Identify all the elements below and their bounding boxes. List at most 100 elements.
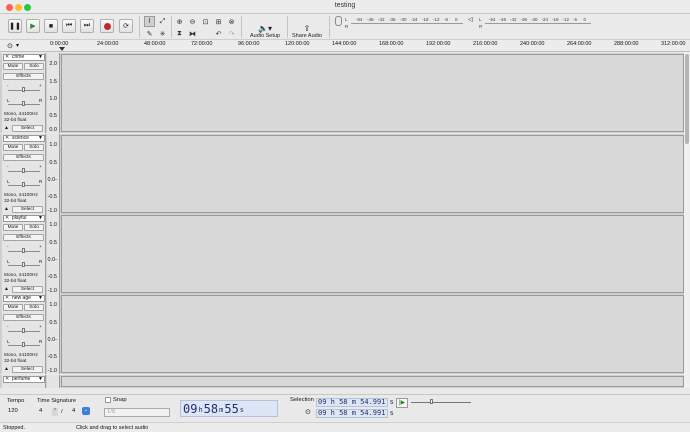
track-name-button[interactable]: ✕ playful ▼ [3, 215, 45, 222]
selection-options-icon[interactable]: ⊙ [305, 408, 311, 416]
zoom-out-button[interactable]: ⊖ [187, 16, 198, 27]
amplitude-scale[interactable]: 1.0 0.5 0.0- -0.5 -1.0 [47, 134, 60, 214]
time-signature-numerator[interactable]: 4 [37, 408, 51, 417]
amplitude-scale[interactable]: 1.0 0.5 0.0- -0.5 -1.0 [47, 214, 60, 294]
collapse-track-icon[interactable]: ▲ [4, 125, 9, 131]
selection-tool[interactable]: I [144, 16, 155, 27]
audio-setup-button[interactable]: 🔈▾ Audio Setup [242, 15, 288, 39]
track-name-button[interactable]: ✕ science ▼ [3, 135, 45, 142]
select-track-button[interactable]: Select [12, 366, 43, 373]
mute-button[interactable]: Mute [3, 224, 23, 231]
gain-slider-knob[interactable] [22, 87, 25, 92]
track-name-button[interactable]: ✕ perfume ▼ [3, 376, 45, 383]
playback-speed-knob[interactable] [430, 399, 433, 404]
loop-button[interactable]: ⟳ [119, 19, 133, 33]
amplitude-scale[interactable]: 2.0 1.5 1.0 0.5 0.0 [47, 53, 60, 133]
play-button[interactable]: ▶ [26, 19, 40, 33]
track-name-button[interactable]: ✕ crime ▼ [3, 54, 45, 61]
solo-button[interactable]: Solo [24, 144, 44, 151]
track-name-button[interactable]: ✕ new age ▼ [3, 295, 45, 302]
tempo-input[interactable]: 120 [6, 408, 30, 417]
close-track-icon[interactable]: ✕ [5, 136, 9, 141]
record-button[interactable] [100, 19, 114, 33]
numerator-stepper[interactable]: ⌃ [52, 408, 58, 416]
gain-slider-knob[interactable] [22, 328, 25, 333]
silence-button[interactable]: ⧓ [187, 28, 198, 39]
effects-button[interactable]: Effects [3, 314, 44, 321]
amplitude-scale[interactable] [47, 375, 60, 388]
selection-end[interactable]: 09 h 58 m 54.991 s [316, 409, 394, 418]
track-control-panel[interactable]: ✕ science ▼ Mute Solo Effects - + L R Mono, 44100H… [2, 134, 46, 214]
close-track-icon[interactable]: ✕ [5, 377, 9, 382]
time-display[interactable]: 09 h 58 m 55 s [180, 400, 278, 417]
track-menu-icon[interactable]: ▼ [38, 136, 43, 141]
timeline-ruler[interactable]: ⊙ ▾ 0:00:00 24:00:00 48:00:00 72:00:00 96:00… [0, 40, 690, 52]
pause-button[interactable]: ❚❚ [8, 19, 22, 33]
track-menu-icon[interactable]: ▼ [38, 55, 43, 60]
effects-button[interactable]: Effects [3, 154, 44, 161]
select-track-button[interactable]: Select [12, 286, 43, 293]
playback-speed-slider[interactable] [411, 402, 471, 403]
pan-slider-knob[interactable] [22, 182, 25, 187]
waveform-area[interactable] [61, 295, 684, 373]
track-control-panel[interactable]: ✕ new age ▼ Mute Solo Effects - + L R Mono, 44100H… [2, 294, 46, 374]
collapse-track-icon[interactable]: ▲ [4, 366, 9, 372]
share-audio-button[interactable]: ⇪ Share Audio [286, 15, 328, 39]
select-track-button[interactable]: Select [12, 125, 43, 132]
vertical-scrollbar-thumb[interactable] [685, 54, 689, 144]
timeline-options-icon[interactable]: ⊙ [7, 42, 13, 50]
waveform-area[interactable] [61, 135, 684, 213]
track-menu-icon[interactable]: ▼ [38, 296, 43, 301]
skip-to-end-button[interactable]: ⏭ [80, 19, 94, 33]
stop-button[interactable]: ■ [44, 19, 58, 33]
playhead-icon[interactable] [59, 47, 65, 51]
redo-button[interactable]: ↷ [226, 28, 237, 39]
solo-button[interactable]: Solo [24, 304, 44, 311]
selection-start[interactable]: 09 h 58 m 54.991 s [316, 398, 394, 407]
time-signature-denominator[interactable]: 4 [70, 408, 82, 417]
pan-slider-knob[interactable] [22, 342, 25, 347]
multi-tool[interactable]: ✳ [157, 28, 168, 39]
record-meter[interactable] [351, 23, 463, 24]
snap-dropdown[interactable]: 1/8 [104, 408, 170, 417]
playback-meter[interactable] [485, 23, 591, 24]
effects-button[interactable]: Effects [3, 234, 44, 241]
gain-slider-knob[interactable] [22, 248, 25, 253]
waveform-area[interactable] [61, 215, 684, 293]
track-control-panel[interactable]: ✕ perfume ▼ [2, 375, 46, 388]
mute-button[interactable]: Mute [3, 144, 23, 151]
collapse-track-icon[interactable]: ▲ [4, 206, 9, 212]
fit-project-button[interactable]: ⊞ [213, 16, 224, 27]
zoom-in-button[interactable]: ⊕ [174, 16, 185, 27]
close-track-icon[interactable]: ✕ [5, 296, 9, 301]
snap-checkbox[interactable] [105, 397, 111, 403]
pan-slider-knob[interactable] [22, 101, 25, 106]
gain-slider-knob[interactable] [22, 168, 25, 173]
vertical-scrollbar[interactable] [684, 52, 690, 388]
zoom-toggle-button[interactable]: ⊗ [226, 16, 237, 27]
effects-button[interactable]: Effects [3, 73, 44, 80]
envelope-tool[interactable]: ⤢ [157, 16, 168, 27]
solo-button[interactable]: Solo [24, 224, 44, 231]
select-track-button[interactable]: Select [12, 206, 43, 213]
play-at-speed-button[interactable]: |▶ [396, 398, 408, 408]
close-track-icon[interactable]: ✕ [5, 216, 9, 221]
close-track-icon[interactable]: ✕ [5, 55, 9, 60]
waveform-area[interactable] [61, 54, 684, 132]
denominator-dropdown-icon[interactable]: ⌄ [82, 407, 90, 415]
mute-button[interactable]: Mute [3, 304, 23, 311]
fit-selection-button[interactable]: ⊡ [200, 16, 211, 27]
draw-tool[interactable]: ✎ [144, 28, 155, 39]
track-menu-icon[interactable]: ▼ [38, 216, 43, 221]
amplitude-scale[interactable]: 1.0 0.5 0.0- -0.5 -1.0 [47, 294, 60, 374]
timeline-menu-icon[interactable]: ▾ [16, 42, 19, 49]
collapse-track-icon[interactable]: ▲ [4, 286, 9, 292]
trim-button[interactable]: ⧗ [174, 28, 185, 39]
solo-button[interactable]: Solo [24, 63, 44, 70]
mute-button[interactable]: Mute [3, 63, 23, 70]
track-control-panel[interactable]: ✕ crime ▼ Mute Solo Effects - + L R Mono, 44100Hz 3… [2, 53, 46, 133]
track-control-panel[interactable]: ✕ playful ▼ Mute Solo Effects - + L R Mono, 44100H… [2, 214, 46, 294]
pan-slider-knob[interactable] [22, 262, 25, 267]
undo-button[interactable]: ↶ [213, 28, 224, 39]
track-menu-icon[interactable]: ▼ [38, 377, 43, 382]
